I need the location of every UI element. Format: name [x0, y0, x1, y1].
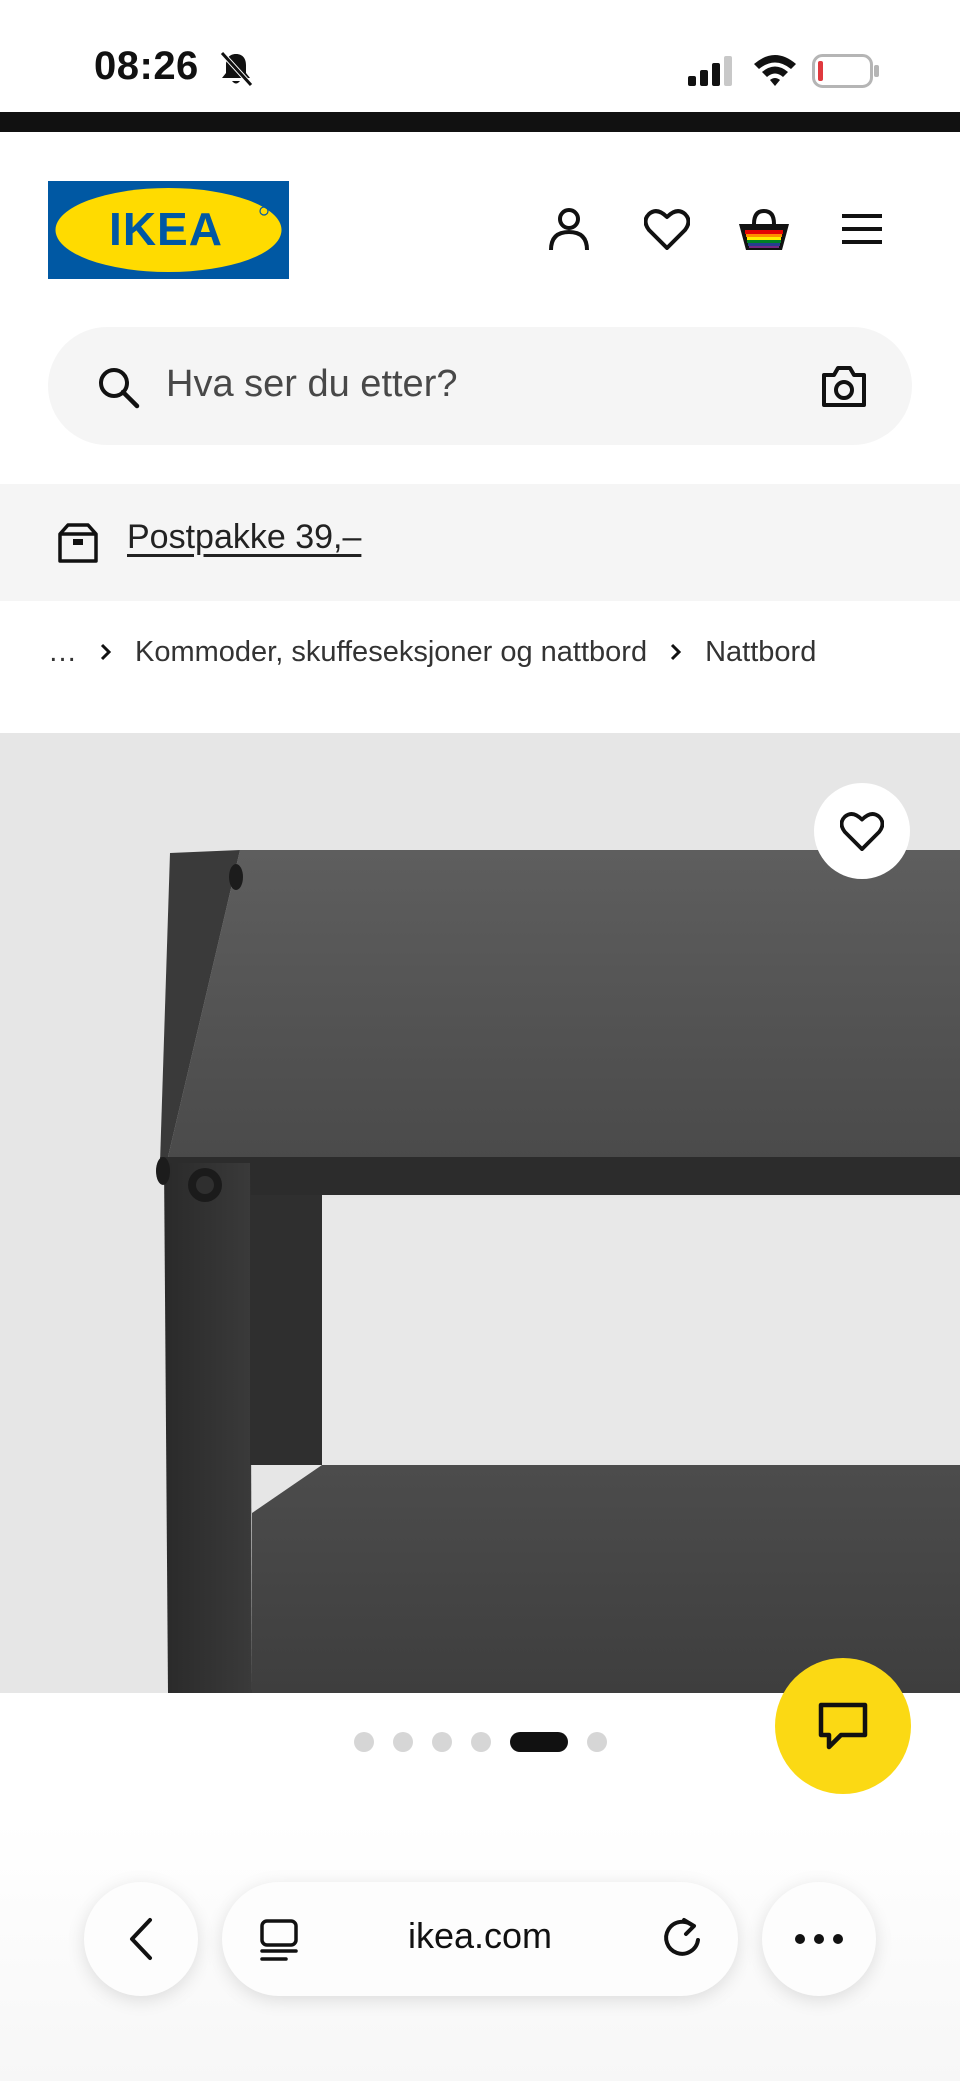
search-input[interactable]: Hva ser du etter? — [48, 327, 912, 445]
breadcrumb-item-nattbord[interactable]: Nattbord — [705, 636, 816, 669]
product-photo — [156, 850, 960, 1693]
breadcrumb-ellipsis[interactable]: … — [48, 636, 77, 669]
carousel-dot[interactable] — [392, 1732, 413, 1752]
ikea-logo[interactable]: IKEA — [48, 181, 289, 279]
heart-icon — [840, 812, 884, 851]
menu-icon — [842, 214, 882, 244]
carousel-dot[interactable] — [470, 1732, 491, 1752]
status-time: 08:26 — [94, 44, 199, 88]
basket-button[interactable] — [737, 202, 791, 256]
camera-icon[interactable] — [820, 363, 868, 409]
breadcrumb-item-kommoder[interactable]: Kommoder, skuffeseksjoner og nattbord — [135, 636, 647, 669]
battery-low-icon — [812, 54, 879, 88]
product-image[interactable] — [0, 733, 960, 1693]
carousel-dot[interactable] — [353, 1732, 374, 1752]
chevron-right-icon — [100, 643, 112, 661]
wifi-icon — [754, 55, 796, 86]
chat-bubble-icon — [818, 1702, 868, 1750]
favorites-icon — [644, 209, 690, 250]
back-button[interactable] — [84, 1882, 198, 1996]
account-icon — [549, 208, 589, 251]
status-bar: 08:26 — [0, 0, 960, 112]
carousel-dot-active[interactable] — [509, 1732, 568, 1752]
account-button[interactable] — [542, 202, 596, 256]
chevron-right-icon — [671, 643, 682, 661]
browser-toolbar: ikea.com — [0, 1820, 960, 2081]
chat-button[interactable] — [775, 1658, 911, 1794]
menu-button[interactable] — [835, 202, 889, 256]
more-button[interactable] — [762, 1882, 876, 1996]
search-icon — [99, 368, 140, 409]
more-icon — [795, 1934, 843, 1944]
search-placeholder: Hva ser du etter? — [166, 363, 458, 405]
add-to-favorites-button[interactable] — [814, 783, 910, 879]
postpakke-link[interactable]: Postpakke 39,– — [127, 518, 361, 557]
cellular-signal-icon — [688, 56, 732, 86]
favorites-button[interactable] — [640, 202, 694, 256]
basket-icon — [739, 208, 789, 250]
bell-muted-icon — [220, 51, 253, 87]
site-header: IKEA Hva ser du etter? — [0, 132, 960, 462]
parcel-box-icon — [58, 523, 98, 563]
back-icon — [130, 1918, 152, 1960]
promo-banner: Postpakke 39,– — [0, 484, 960, 601]
carousel-dot[interactable] — [431, 1732, 452, 1752]
address-bar[interactable]: ikea.com — [222, 1882, 738, 1996]
carousel-dot[interactable] — [586, 1732, 607, 1752]
reload-icon[interactable] — [660, 1916, 706, 1962]
top-divider — [0, 112, 960, 132]
svg-text:IKEA: IKEA — [109, 203, 223, 255]
breadcrumb: … Kommoder, skuffeseksjoner og nattbord … — [48, 632, 816, 672]
